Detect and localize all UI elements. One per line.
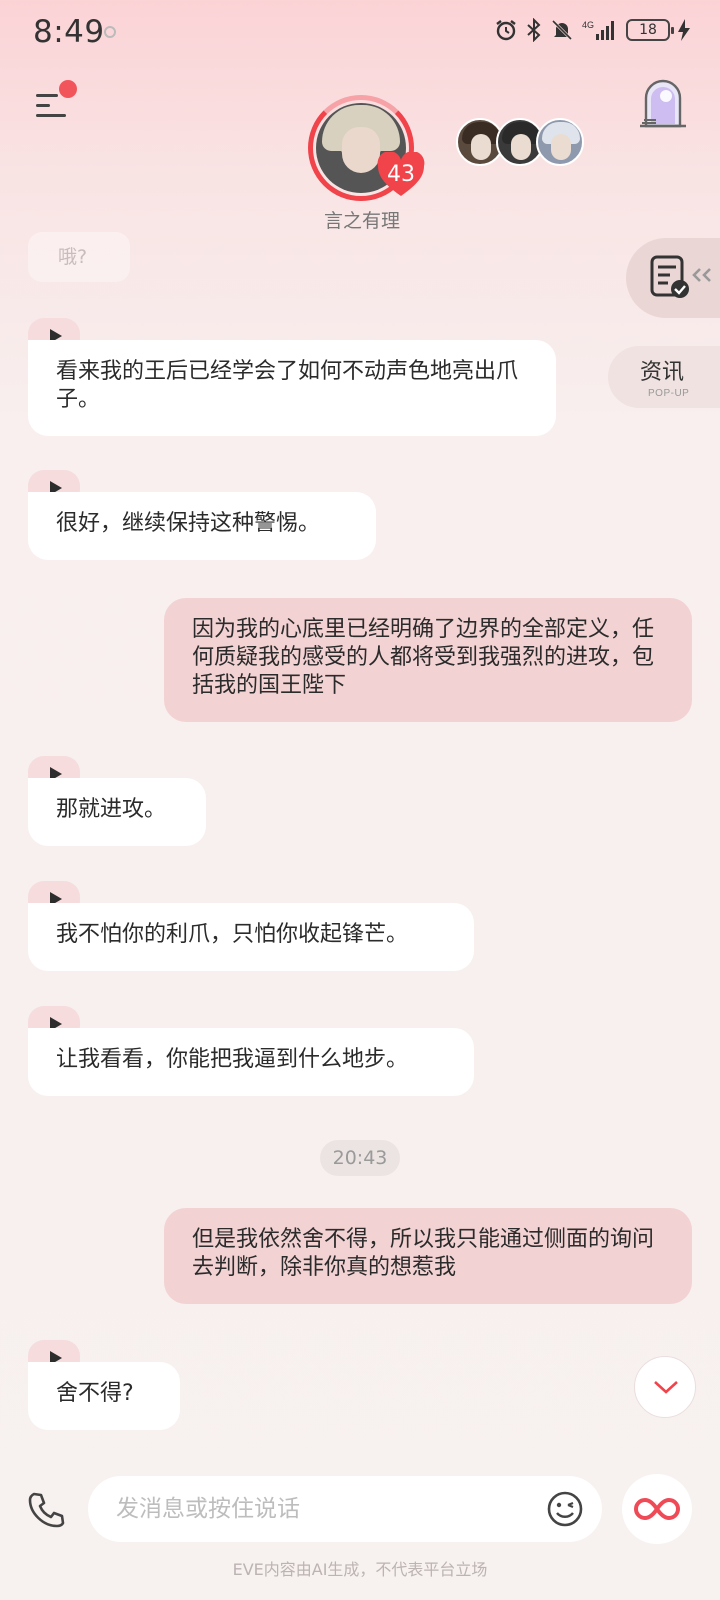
signal-icon: 4G — [582, 20, 614, 40]
status-bar: 8:49 4G 18 — [0, 0, 720, 68]
ai-message-bubble[interactable]: 看来我的王后已经学会了如何不动声色地亮出爪子。 — [28, 340, 556, 436]
ai-message-bubble[interactable]: 舍不得? — [28, 1362, 180, 1430]
user-message-bubble[interactable]: 因为我的心底里已经明确了边界的全部定义，任何质疑我的感受的人都将受到我强烈的进攻… — [164, 598, 692, 722]
battery-indicator: 18 — [626, 19, 674, 41]
affinity-count: 43 — [387, 162, 415, 187]
menu-notification-badge — [59, 80, 77, 98]
other-characters[interactable] — [456, 118, 586, 168]
ai-message-bubble[interactable]: 那就进攻。 — [28, 778, 206, 846]
user-message-bubble[interactable]: 但是我依然舍不得，所以我只能通过侧面的询问去判断，除非你真的想惹我 — [164, 1208, 692, 1304]
infinity-icon[interactable] — [622, 1474, 692, 1544]
faded-message: 哦? — [28, 232, 130, 282]
emoji-wink-icon[interactable] — [546, 1490, 584, 1528]
charging-bolt-icon — [678, 19, 690, 41]
mute-bell-icon — [551, 19, 573, 41]
ai-message-bubble[interactable]: 让我看看，你能把我逼到什么地步。 — [28, 1028, 474, 1096]
chevron-down-icon — [654, 1381, 678, 1394]
news-sub-label: POP-UP — [648, 388, 690, 399]
ai-disclaimer: EVE内容由AI生成，不代表平台立场 — [232, 1560, 488, 1579]
document-check-icon — [650, 255, 711, 298]
news-popup-button[interactable]: 资讯 POP-UP — [608, 346, 720, 408]
news-label: 资讯 — [640, 360, 685, 385]
message-input[interactable] — [116, 1476, 516, 1542]
bluetooth-icon — [527, 18, 541, 42]
scroll-to-bottom-button[interactable] — [634, 1356, 696, 1418]
status-time: 8:49 — [33, 14, 105, 50]
status-icons: 4G 18 — [494, 18, 690, 42]
timestamp-chip: 20:43 — [320, 1140, 400, 1176]
message-input-box[interactable] — [88, 1476, 602, 1542]
portal-door-icon[interactable] — [636, 74, 690, 130]
notification-dot-icon — [104, 26, 116, 38]
network-label: 4G — [582, 20, 594, 30]
character-name[interactable]: 言之有理 — [300, 206, 424, 233]
ai-message-bubble[interactable]: 我不怕你的利爪，只怕你收起锋芒。 — [28, 903, 474, 971]
phone-icon[interactable] — [26, 1490, 66, 1530]
affinity-heart-badge: 43 — [376, 152, 426, 198]
ai-message-bubble[interactable]: 很好，继续保持这种警惕。 — [28, 492, 376, 560]
character-avatar-small[interactable] — [536, 118, 584, 166]
document-panel-button[interactable] — [626, 238, 720, 318]
alarm-icon — [496, 20, 516, 41]
